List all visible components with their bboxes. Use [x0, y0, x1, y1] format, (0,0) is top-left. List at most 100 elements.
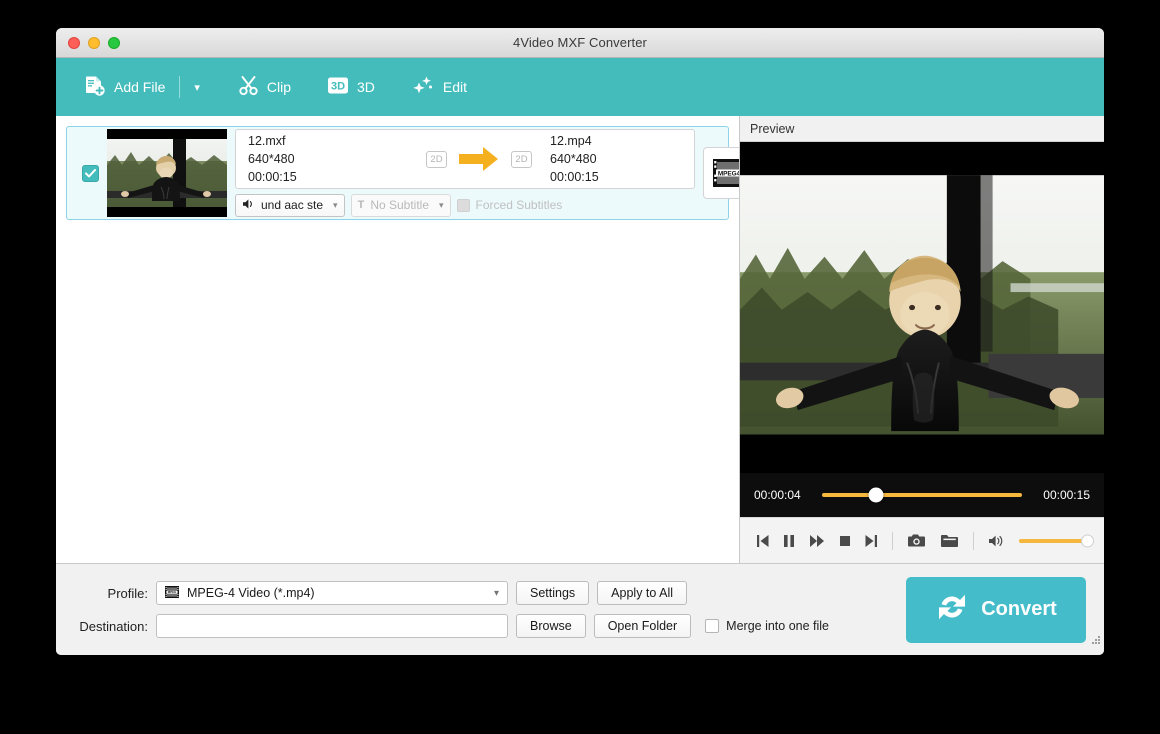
bottom-bar: Profile: MPEG MPEG-4 Video (*.mp4) ▾ Set…	[56, 563, 1104, 655]
window-title: 4Video MXF Converter	[513, 35, 647, 50]
conversion-summary: 12.mxf 640*480 00:00:15 2D 2D 12.mp4 640…	[235, 129, 695, 189]
transport-divider	[972, 531, 974, 550]
edit-label: Edit	[442, 79, 468, 95]
source-info: 12.mxf 640*480 00:00:15	[248, 132, 426, 186]
snapshot-button[interactable]	[907, 533, 926, 548]
transport-controls	[740, 517, 1104, 563]
destination-input[interactable]	[156, 614, 508, 638]
volume-icon[interactable]	[988, 534, 1005, 548]
preview-pane: Preview 00:00:04 00:00:15	[740, 116, 1104, 563]
total-time-label: 00:00:15	[1043, 488, 1090, 502]
chevron-down-icon: ▾	[333, 199, 338, 210]
svg-text:MPEG: MPEG	[168, 590, 177, 594]
subtitle-track-select[interactable]: T No Subtitle ▾	[350, 193, 451, 217]
svg-text:MPEG4: MPEG4	[718, 171, 740, 178]
svg-text:3D: 3D	[331, 80, 345, 92]
merge-checkbox[interactable]	[705, 619, 720, 633]
three-d-button[interactable]: 3D 3D	[317, 68, 385, 106]
audio-track-select[interactable]: und aac ste ▾	[235, 193, 345, 217]
transport-divider	[892, 531, 893, 550]
three-d-icon: 3D	[327, 76, 349, 99]
forced-subtitles-label: Forced Subtitles	[475, 198, 563, 212]
traffic-lights	[68, 37, 120, 49]
speaker-icon	[242, 198, 255, 213]
toolbar-divider	[179, 76, 181, 98]
open-snapshot-folder-button[interactable]	[940, 533, 959, 548]
target-resolution: 640*480	[550, 151, 597, 166]
apply-to-all-button[interactable]: Apply to All	[597, 581, 688, 605]
target-filename: 12.mp4	[550, 133, 592, 148]
seek-bar-row: 00:00:04 00:00:15	[740, 473, 1104, 517]
row-details: 12.mxf 640*480 00:00:15 2D 2D 12.mp4 640…	[227, 129, 695, 217]
minimize-button[interactable]	[88, 37, 100, 49]
edit-button[interactable]: Edit	[401, 68, 477, 106]
row-select-checkbox[interactable]	[81, 164, 99, 182]
previous-button[interactable]	[756, 534, 769, 548]
next-button[interactable]	[865, 534, 878, 548]
stop-button[interactable]	[839, 534, 851, 548]
add-file-dropdown-button[interactable]: ▾	[184, 75, 210, 100]
toolbar: Add File ▾ Clip 3D 3D Edit	[56, 58, 1104, 116]
zoom-button[interactable]	[108, 37, 120, 49]
video-thumbnail[interactable]	[107, 129, 227, 217]
clip-button[interactable]: Clip	[228, 68, 301, 106]
current-time-label: 00:00:04	[754, 488, 801, 502]
source-filename: 12.mxf	[248, 133, 286, 148]
settings-button[interactable]: Settings	[516, 581, 590, 605]
main-body: 12.mxf 640*480 00:00:15 2D 2D 12.mp4 640…	[56, 116, 1104, 563]
target-info: 12.mp4 640*480 00:00:15	[532, 132, 682, 186]
merge-into-one-file-option[interactable]: Merge into one file	[705, 619, 829, 633]
close-button[interactable]	[68, 37, 80, 49]
fast-forward-button[interactable]	[809, 534, 825, 548]
destination-label: Destination:	[79, 618, 148, 634]
add-file-icon	[84, 75, 106, 100]
pause-button[interactable]	[783, 534, 795, 548]
profile-label: Profile:	[107, 585, 148, 601]
chevron-down-icon: ▾	[439, 199, 444, 210]
chevron-down-icon: ▾	[194, 81, 200, 94]
browse-button[interactable]: Browse	[516, 614, 586, 638]
profile-codec-icon: MPEG	[164, 585, 180, 602]
codec-badge-button[interactable]: MPEG4	[703, 147, 740, 199]
source-duration: 00:00:15	[248, 170, 297, 185]
source-resolution: 640*480	[248, 151, 295, 166]
open-folder-button[interactable]: Open Folder	[593, 614, 692, 638]
table-row[interactable]: 12.mxf 640*480 00:00:15 2D 2D 12.mp4 640…	[66, 126, 739, 220]
subtitle-track-value: No Subtitle	[370, 198, 430, 212]
resize-grip[interactable]	[1088, 634, 1101, 652]
profile-select[interactable]: MPEG MPEG-4 Video (*.mp4) ▾	[156, 581, 508, 605]
source-dimension-badge: 2D	[426, 150, 447, 168]
conversion-arrow-icon	[457, 144, 501, 174]
convert-refresh-icon	[935, 590, 969, 630]
convert-button[interactable]: Convert	[906, 576, 1086, 643]
target-duration: 00:00:15	[550, 170, 599, 185]
title-bar: 4Video MXF Converter	[56, 28, 1104, 58]
seek-slider[interactable]	[822, 487, 1022, 503]
application-window: 4Video MXF Converter Add File ▾ Clip 3D …	[56, 28, 1104, 655]
three-d-label: 3D	[357, 79, 375, 95]
seek-slider-handle[interactable]	[868, 487, 884, 503]
subtitle-text-icon: T	[357, 199, 365, 211]
profile-value: MPEG-4 Video (*.mp4)	[187, 586, 315, 600]
merge-label: Merge into one file	[726, 619, 830, 633]
sparkle-edit-icon	[411, 75, 435, 100]
add-file-button[interactable]: Add File	[74, 68, 175, 106]
volume-slider-handle[interactable]	[1080, 534, 1094, 547]
convert-label: Convert	[981, 598, 1057, 620]
profile-row: Profile: MPEG MPEG-4 Video (*.mp4) ▾ Set…	[70, 581, 888, 605]
destination-row: Destination: Browse Open Folder Merge in…	[70, 614, 888, 638]
volume-slider[interactable]	[1018, 534, 1094, 547]
add-file-label: Add File	[114, 79, 166, 95]
audio-track-value: und aac ste	[261, 198, 324, 212]
preview-header: Preview	[740, 116, 1104, 142]
file-list-pane[interactable]: 12.mxf 640*480 00:00:15 2D 2D 12.mp4 640…	[56, 116, 740, 563]
forced-subtitles-checkbox[interactable]	[456, 198, 470, 212]
scissors-icon	[238, 75, 259, 99]
row-checkbox-cell	[73, 164, 107, 182]
video-display[interactable]	[740, 142, 1104, 473]
chevron-down-icon: ▾	[493, 587, 499, 599]
output-settings: Profile: MPEG MPEG-4 Video (*.mp4) ▾ Set…	[70, 581, 888, 638]
forced-subtitles-option[interactable]: Forced Subtitles	[456, 198, 563, 212]
preview-label: Preview	[750, 121, 795, 136]
row-track-controls: und aac ste ▾ T No Subtitle ▾ Forced Sub…	[235, 193, 695, 217]
